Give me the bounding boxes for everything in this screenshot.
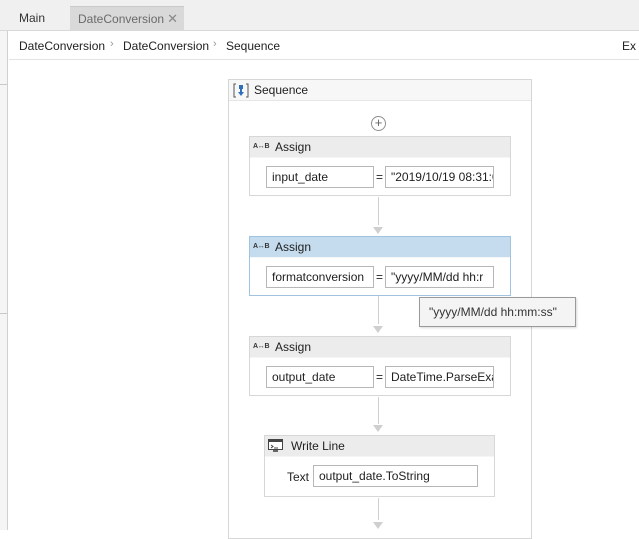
tab-dateconversion[interactable]: DateConversion ✕ — [70, 6, 184, 31]
breadcrumb: DateConversion › DateConversion › Sequen… — [9, 32, 639, 60]
left-panel-divider — [0, 84, 7, 314]
assign-to-field[interactable]: input_date — [266, 166, 374, 188]
assign-icon: A↔B — [253, 143, 270, 150]
assign-title: Assign — [275, 140, 312, 154]
close-icon[interactable]: ✕ — [167, 7, 178, 31]
value-tooltip: "yyyy/MM/dd hh:mm:ss" — [419, 297, 576, 327]
tab-main[interactable]: Main — [11, 6, 53, 31]
assign-icon: A↔B — [253, 243, 270, 250]
assign-icon: A↔B — [253, 343, 270, 350]
tab-main-label: Main — [19, 11, 46, 25]
document-tab-strip: Main DateConversion ✕ — [0, 0, 639, 31]
connector-line — [378, 296, 379, 324]
connector-line — [378, 197, 379, 225]
write-line-text-field[interactable]: output_date.ToString — [313, 465, 478, 487]
connector-line — [378, 397, 379, 424]
expand-all-label[interactable]: Ex — [622, 39, 636, 53]
assign-body: output_date = DateTime.ParseExa — [250, 358, 510, 395]
write-line-body: Text output_date.ToString — [265, 457, 494, 496]
assign-activity-formatconversion[interactable]: A↔B Assign formatconversion = "yyyy/MM/d… — [249, 236, 511, 296]
breadcrumb-item-1[interactable]: DateConversion — [19, 39, 105, 53]
drop-arrow-icon[interactable] — [373, 326, 383, 333]
assign-title: Assign — [275, 340, 312, 354]
assign-header[interactable]: A↔B Assign — [250, 337, 510, 357]
console-icon — [268, 439, 283, 452]
drop-arrow-icon[interactable] — [373, 425, 383, 432]
write-line-activity[interactable]: Write Line Text output_date.ToString — [264, 435, 495, 497]
write-line-title: Write Line — [291, 439, 345, 453]
assign-value-field[interactable]: DateTime.ParseExa — [385, 366, 494, 388]
breadcrumb-separator: › — [110, 38, 114, 50]
assign-body: formatconversion = "yyyy/MM/dd hh:r — [250, 258, 510, 295]
sequence-header[interactable]: Sequence — [229, 80, 531, 101]
assign-activity-output-date[interactable]: A↔B Assign output_date = DateTime.ParseE… — [249, 336, 511, 396]
drop-arrow-icon[interactable] — [373, 227, 383, 234]
assign-header[interactable]: A↔B Assign — [250, 237, 510, 257]
assign-operator: = — [376, 170, 384, 184]
assign-body: input_date = "2019/10/19 08:31:0 — [250, 158, 510, 195]
write-line-header[interactable]: Write Line — [265, 436, 494, 456]
breadcrumb-item-3[interactable]: Sequence — [226, 39, 280, 53]
connector-line — [378, 498, 379, 520]
assign-value-field[interactable]: "yyyy/MM/dd hh:r — [385, 266, 494, 288]
assign-activity-input-date[interactable]: A↔B Assign input_date = "2019/10/19 08:3… — [249, 136, 511, 196]
breadcrumb-item-2[interactable]: DateConversion — [123, 39, 209, 53]
assign-to-field[interactable]: formatconversion — [266, 266, 374, 288]
drop-arrow-icon[interactable] — [373, 522, 383, 529]
assign-title: Assign — [275, 240, 312, 254]
assign-operator: = — [376, 270, 384, 284]
assign-header[interactable]: A↔B Assign — [250, 137, 510, 157]
breadcrumb-separator: › — [213, 38, 217, 50]
assign-operator: = — [376, 370, 384, 384]
sequence-icon — [233, 83, 249, 98]
sequence-title: Sequence — [254, 83, 309, 97]
add-activity-icon[interactable]: + — [371, 116, 386, 131]
assign-value-field[interactable]: "2019/10/19 08:31:0 — [385, 166, 494, 188]
text-label: Text — [287, 470, 310, 484]
assign-to-field[interactable]: output_date — [266, 366, 374, 388]
tab-dateconversion-label: DateConversion — [78, 12, 165, 26]
